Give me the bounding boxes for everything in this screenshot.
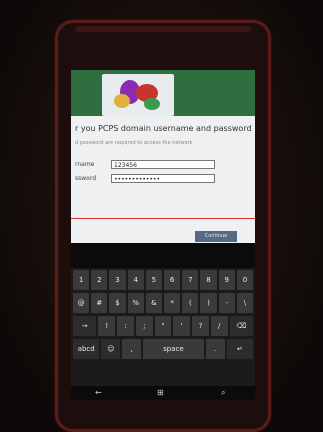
key-7[interactable]: 7 bbox=[182, 270, 199, 290]
search-icon[interactable]: ⌕ bbox=[221, 388, 225, 398]
key-percent[interactable]: % bbox=[127, 293, 144, 313]
key-6[interactable]: 6 bbox=[164, 270, 181, 290]
login-dialog: r you PCPS domain username and password … bbox=[71, 116, 255, 243]
key-4[interactable]: 4 bbox=[127, 270, 144, 290]
key-question[interactable]: ? bbox=[192, 316, 209, 336]
key-5[interactable]: 5 bbox=[145, 270, 163, 290]
key-apostrophe[interactable]: ' bbox=[173, 316, 191, 336]
key-dash[interactable]: - bbox=[218, 293, 235, 313]
key-semicolon[interactable]: ; bbox=[135, 316, 153, 336]
key-colon[interactable]: : bbox=[117, 316, 134, 336]
divider bbox=[71, 218, 255, 219]
key-8[interactable]: 8 bbox=[200, 270, 217, 290]
password-field[interactable]: ••••••••••••• bbox=[111, 174, 215, 183]
key-3[interactable]: 3 bbox=[109, 270, 126, 290]
on-screen-keyboard: 1 2 3 4 5 6 7 8 9 0 @ # $ % & * ( ) - \ … bbox=[71, 268, 255, 386]
keyboard-row-punctuation: → ! : ; " ' ? / ⌫ bbox=[73, 316, 253, 336]
key-slash[interactable]: / bbox=[210, 316, 228, 336]
username-field[interactable]: 123456 bbox=[111, 160, 215, 169]
key-1[interactable]: 1 bbox=[73, 270, 90, 290]
back-arrow-icon[interactable]: ← bbox=[95, 388, 102, 397]
dialog-title: r you PCPS domain username and password bbox=[75, 124, 252, 133]
phone-navbar: ← ⊞ ⌕ bbox=[71, 388, 255, 400]
enter-icon[interactable]: ↵ bbox=[226, 339, 253, 359]
keyboard-row-symbols: @ # $ % & * ( ) - \ bbox=[73, 293, 254, 313]
key-exclamation[interactable]: ! bbox=[98, 316, 116, 336]
password-label: ssword bbox=[75, 175, 96, 182]
logo-shape-green bbox=[144, 98, 160, 110]
windows-start-icon[interactable]: ⊞ bbox=[157, 388, 164, 397]
app-header bbox=[71, 70, 255, 118]
key-asterisk[interactable]: * bbox=[164, 293, 181, 313]
continue-button[interactable]: Continue bbox=[195, 231, 237, 242]
key-0[interactable]: 0 bbox=[236, 270, 254, 290]
logo-shape-yellow bbox=[114, 94, 130, 108]
key-hash[interactable]: # bbox=[91, 293, 108, 313]
username-label: rname bbox=[75, 161, 95, 168]
key-at[interactable]: @ bbox=[73, 293, 90, 313]
key-open-paren[interactable]: ( bbox=[182, 293, 199, 313]
keyboard-row-numbers: 1 2 3 4 5 6 7 8 9 0 bbox=[73, 270, 254, 290]
key-backslash[interactable]: \ bbox=[236, 293, 254, 313]
key-double-quote[interactable]: " bbox=[154, 316, 172, 336]
key-ampersand[interactable]: & bbox=[145, 293, 163, 313]
key-2[interactable]: 2 bbox=[91, 270, 108, 290]
key-period[interactable]: . bbox=[205, 339, 225, 359]
key-dollar[interactable]: $ bbox=[109, 293, 126, 313]
school-logo bbox=[102, 74, 174, 116]
keyboard-row-bottom: abcd ☺ , space . ↵ bbox=[73, 339, 253, 359]
key-space[interactable]: space bbox=[143, 339, 204, 359]
dialog-subtitle: d password are required to access the ne… bbox=[75, 140, 193, 146]
key-close-paren[interactable]: ) bbox=[200, 293, 217, 313]
key-9[interactable]: 9 bbox=[218, 270, 235, 290]
phone-top-edge bbox=[75, 26, 251, 32]
backspace-icon[interactable]: ⌫ bbox=[229, 316, 253, 336]
key-comma[interactable]: , bbox=[122, 339, 142, 359]
key-abcd[interactable]: abcd bbox=[73, 339, 100, 359]
tab-arrow-icon[interactable]: → bbox=[73, 316, 97, 336]
phone-screen: r you PCPS domain username and password … bbox=[71, 70, 255, 400]
emoji-icon[interactable]: ☺ bbox=[101, 339, 121, 359]
